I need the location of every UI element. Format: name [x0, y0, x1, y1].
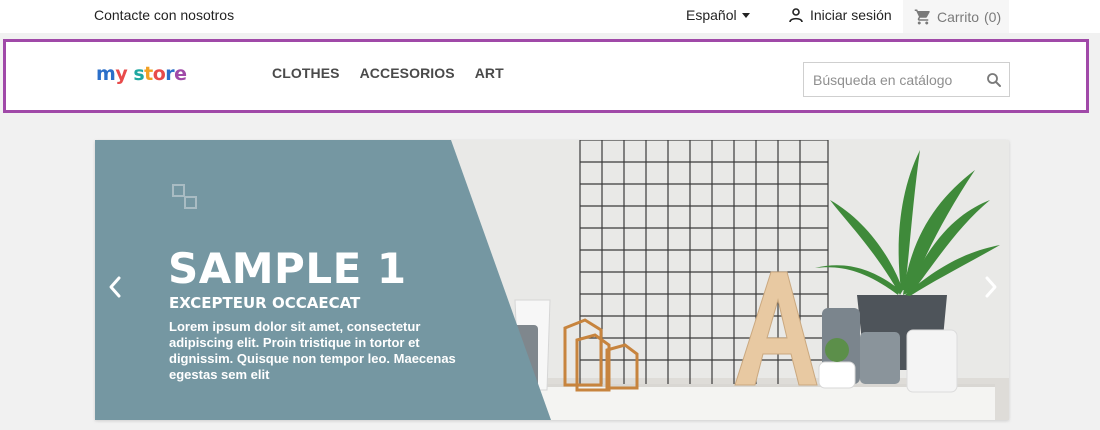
image-slider: SAMPLE 1 EXCEPTEUR OCCAECAT Lorem ipsum …	[95, 140, 1009, 420]
nav-item-accesorios[interactable]: ACCESORIOS	[360, 65, 455, 81]
logo-word-store: store	[133, 63, 187, 85]
language-label: Español	[686, 7, 737, 23]
contact-link[interactable]: Contacte con nosotros	[94, 7, 234, 23]
chevron-left-icon[interactable]	[105, 274, 125, 300]
cart-label: Carrito	[937, 8, 980, 25]
cart-button[interactable]: Carrito (0)	[903, 0, 1009, 33]
chevron-right-icon[interactable]	[981, 274, 1001, 300]
top-bar: Contacte con nosotros Español Iniciar se…	[0, 0, 1100, 33]
nav-item-art[interactable]: ART	[475, 65, 504, 81]
caret-down-icon	[741, 12, 750, 18]
user-icon	[789, 8, 803, 23]
main-nav: CLOTHES ACCESORIOS ART	[272, 65, 504, 81]
sign-in-label: Iniciar sesión	[810, 7, 892, 23]
search-input[interactable]	[804, 63, 982, 96]
search-icon[interactable]	[985, 71, 1003, 89]
slide-subtitle: EXCEPTEUR OCCAECAT	[169, 294, 361, 312]
sign-in-link[interactable]: Iniciar sesión	[788, 7, 892, 23]
search-box	[803, 62, 1010, 97]
cart-icon	[914, 9, 930, 24]
nav-item-clothes[interactable]: CLOTHES	[272, 65, 340, 81]
language-selector[interactable]: Español	[686, 7, 750, 23]
slide-description: Lorem ipsum dolor sit amet, consectetur …	[169, 319, 456, 382]
slide-title: SAMPLE 1	[168, 244, 407, 293]
store-logo[interactable]: my store	[96, 62, 187, 86]
logo-word-my: my	[96, 63, 128, 85]
cart-count: (0)	[984, 8, 1002, 25]
main-header: my store CLOTHES ACCESORIOS ART	[3, 39, 1089, 113]
